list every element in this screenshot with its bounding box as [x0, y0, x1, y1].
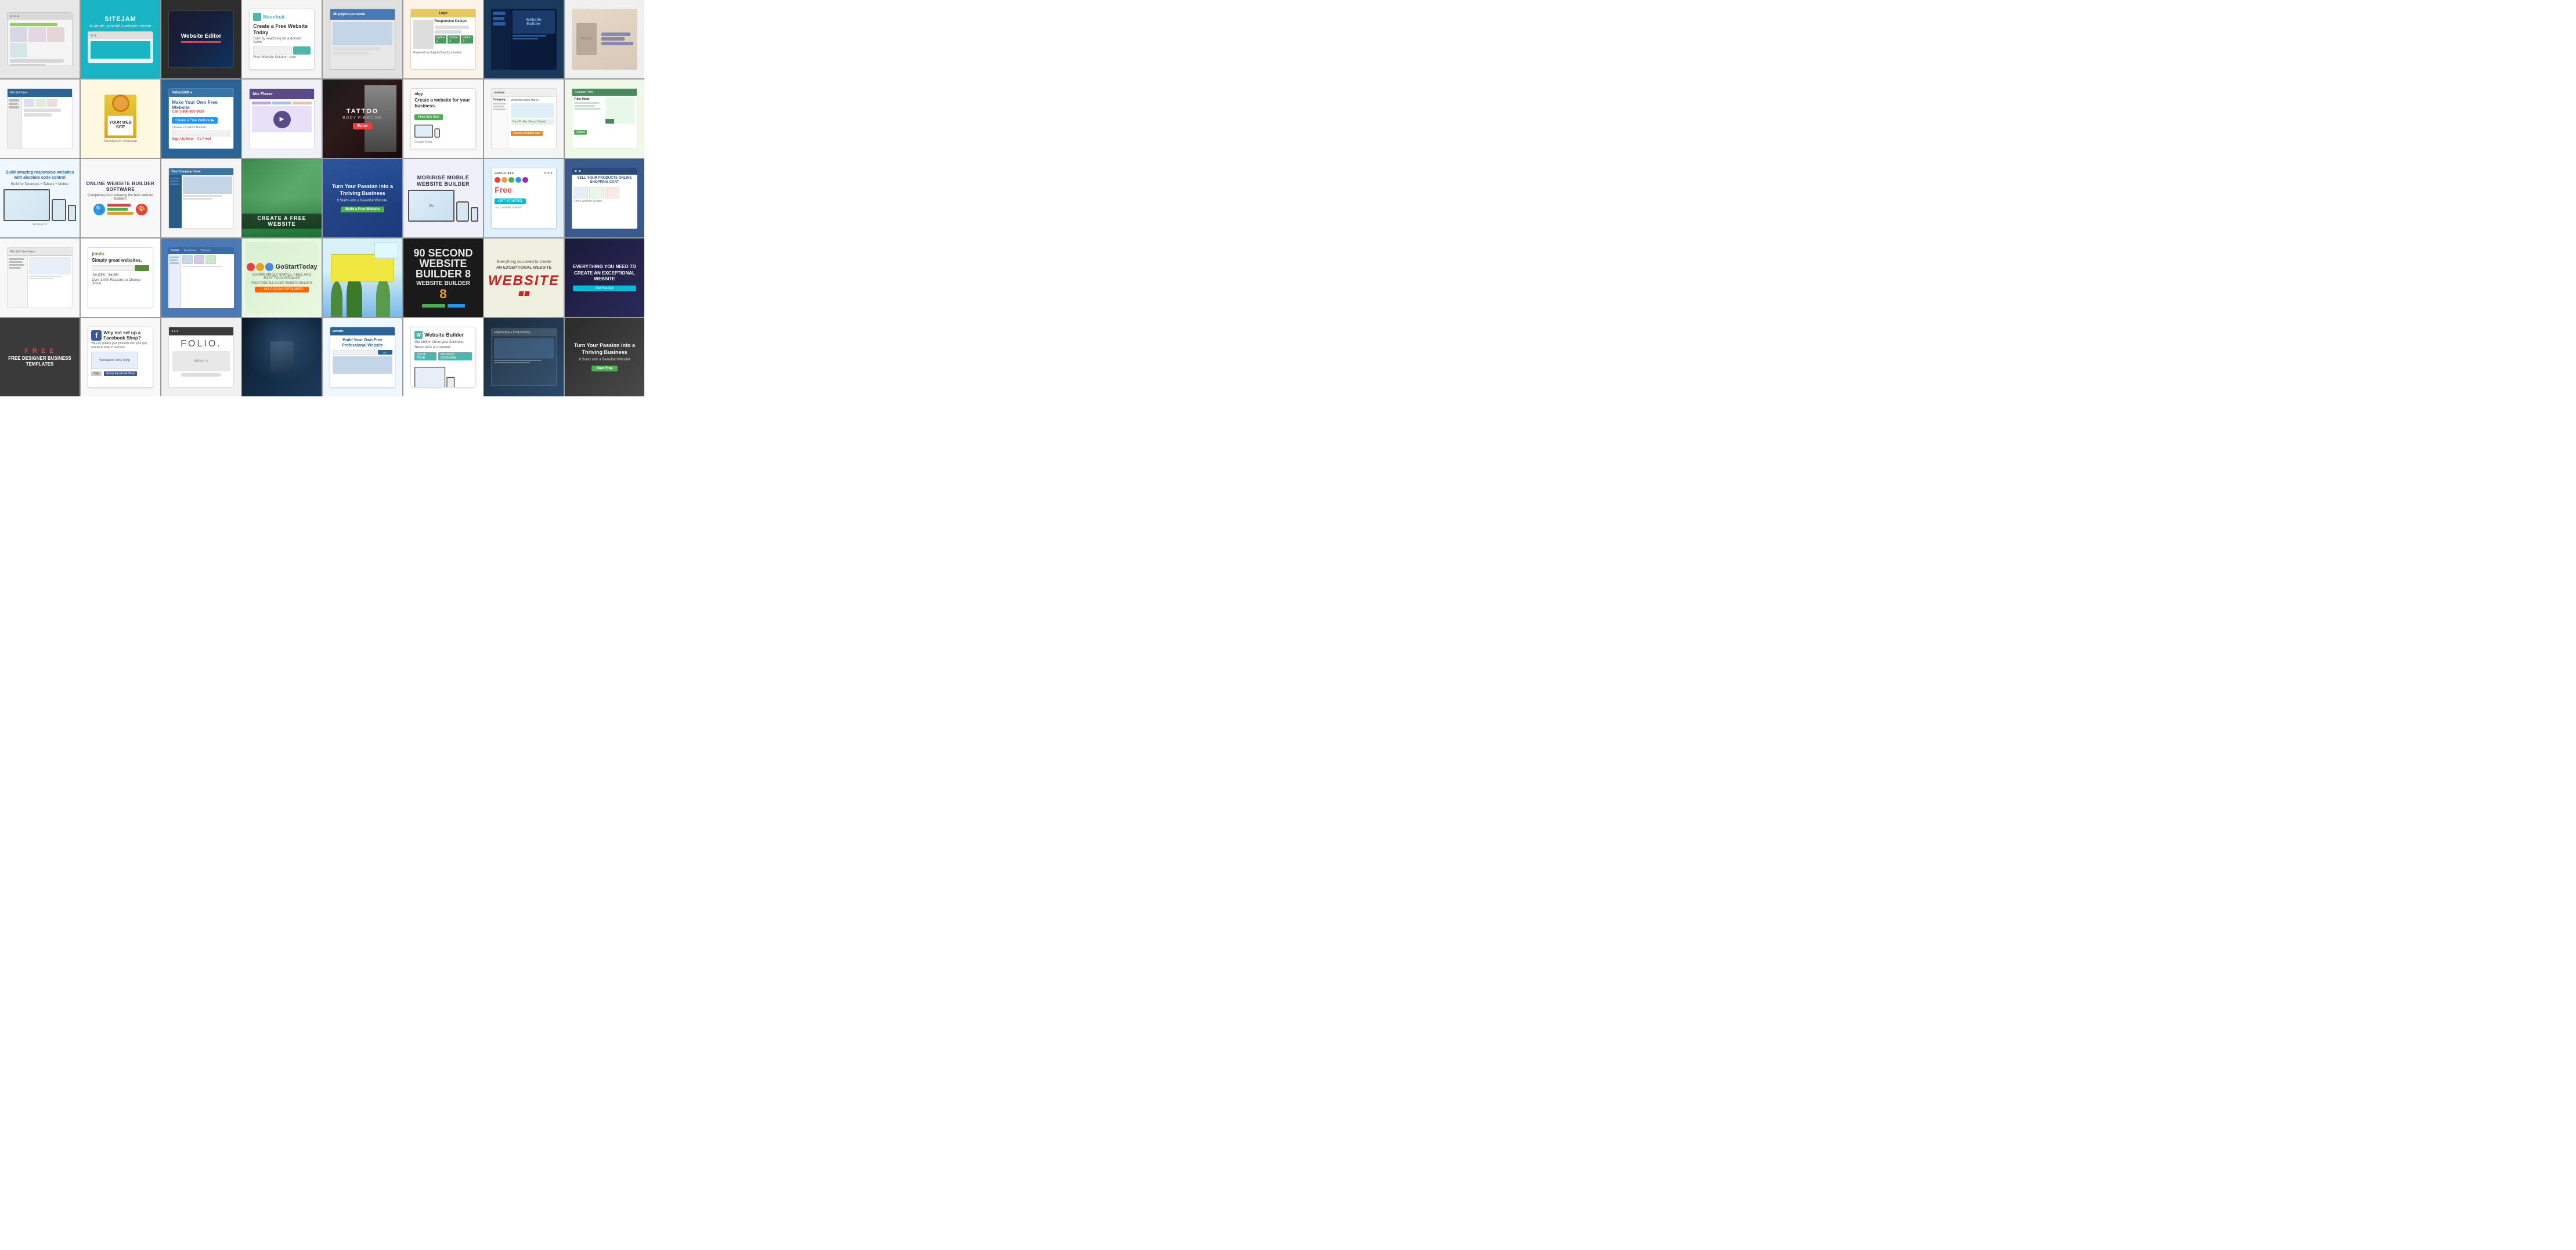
grid-cell-r5c1[interactable]: F R E E FREE Designer Business TEMPLATES [0, 318, 80, 396]
fb-shop-title: Why not set up a Facebook Shop? [103, 330, 150, 341]
grid-cell-r1c2[interactable]: SITEJAM A simple, powerful website creat… [81, 0, 160, 78]
create-free-title: Create a Free Website Today [253, 23, 311, 36]
grid-cell-r1c3[interactable]: Website Editor [161, 0, 241, 78]
ucoz-title: Free [495, 185, 553, 194]
grid-cell-r4c2[interactable]: jimdo Simply great websites. 5★ (239) 4★… [81, 239, 160, 317]
sitejam-sub: A simple, powerful website creator [89, 24, 151, 28]
responsive-title: Build amazing responsive websites with a… [3, 170, 76, 180]
grid-cell-r4c4[interactable]: GoStartToday SURPRISINGLY SIMPLE, FREE A… [242, 239, 322, 317]
website-builder-title: Website Builder [424, 332, 464, 338]
grid-cell-r4c7[interactable]: Everything you need to create AN EXCEPTI… [484, 239, 564, 317]
go-start-sub: SURPRISINGLY SIMPLE, FREE AND EASY TO CU… [249, 273, 315, 280]
sell-products-title: SELL YOUR PRODUCTS ONLINE SHOPPING CART [573, 176, 636, 185]
grid-cell-r5c8[interactable]: Turn Your Passion into a Thriving Busine… [565, 318, 644, 396]
mix-flavor-title: Mix Flavor [252, 92, 273, 96]
grid-cell-r4c5[interactable] [323, 239, 402, 317]
image-grid: SITEJAM A simple, powerful website creat… [0, 0, 644, 396]
grid-cell-r4c1[interactable]: File Edit View Insert [0, 239, 80, 317]
tattoo-sub: BODY PIERCING [342, 116, 383, 120]
tattoo-title: TATTOO [347, 108, 378, 115]
grid-cell-r3c4[interactable]: CREATE A FREE WEBSITE [242, 159, 322, 237]
grid-cell-r5c6[interactable]: W Website Builder Get online. Grow your … [403, 318, 483, 396]
everything-need-title: EVERYTHING YOU NEED TO CREATE AN EXCEPTI… [573, 264, 636, 282]
grid-cell-r3c2[interactable]: ONLINE WEBSITE BUILDER SOFTWARE Comparin… [81, 159, 160, 237]
go-start-title: GoStartToday [276, 263, 318, 270]
idgy-title: Create a website for your business. [414, 97, 472, 109]
grid-cell-r4c8[interactable]: EVERYTHING YOU NEED TO CREATE AN EXCEPTI… [565, 239, 644, 317]
grid-cell-r3c5[interactable]: Turn Your Passion into a Thriving Busine… [323, 159, 402, 237]
online-software-sub: Comparing and reviewing the best website… [84, 194, 157, 201]
grid-cell-r2c5[interactable]: TATTOO BODY PIERCING Enter [323, 80, 402, 158]
grid-cell-r1c1[interactable] [0, 0, 80, 78]
grid-cell-r2c8[interactable]: Category Tree Filter Mode Sel [565, 80, 644, 158]
grid-cell-r3c8[interactable]: ◀ ▶ SELL YOUR PRODUCTS ONLINE SHOPPING C… [565, 159, 644, 237]
fb-shop-sub: We can publish your products into your (… [91, 342, 150, 350]
jimdo-sub: Over 1,000 Reasons to Choose Jimdo. [92, 279, 149, 286]
folio-title: FOLIO. [172, 339, 230, 349]
ninety-sec-title: 90 SECOND WEBSITE BUILDER 8 [407, 248, 479, 279]
make-website-title: Make Your Own Free Website [172, 100, 230, 110]
grid-cell-r2c4[interactable]: Mix Flavor ▶ [242, 80, 322, 158]
grid-cell-r2c3[interactable]: VideoBAM ● Make Your Own Free Website Ca… [161, 80, 241, 158]
grid-cell-r1c8[interactable]: Person [565, 0, 644, 78]
grid-cell-r2c2[interactable]: YOUR WEB SITE Constructor character [81, 80, 160, 158]
sitejam-title: SITEJAM [104, 16, 136, 23]
grid-cell-r1c5[interactable]: Mi página personal [323, 0, 402, 78]
turn-passion-sub: It Starts with a Beautiful Website. [331, 199, 394, 203]
turn-passion2-sub: It Starts with a Beautiful Website! [573, 358, 636, 362]
grid-cell-r5c4[interactable] [242, 318, 322, 396]
grid-cell-r5c5[interactable]: website Build Your Own Free Professional… [323, 318, 402, 396]
mobirise-title: MOBIRISE MOBILE WEBSITE BUILDER [407, 175, 479, 187]
grid-cell-r3c1[interactable]: Build amazing responsive websites with a… [0, 159, 80, 237]
grid-cell-r4c3[interactable]: Builder Templates Themes [161, 239, 241, 317]
grid-cell-r3c3[interactable]: Your Company Home [161, 159, 241, 237]
grid-cell-r5c3[interactable]: ● ● ● FOLIO. MANU ✎ [161, 318, 241, 396]
grid-cell-r4c6[interactable]: 90 SECOND WEBSITE BUILDER 8 WEBSITE BUIL… [403, 239, 483, 317]
website-red-title: WEBSITE [488, 273, 560, 289]
website-builder-sub: Get online. Grow your business. Never mi… [414, 340, 472, 350]
online-software-title: ONLINE WEBSITE BUILDER SOFTWARE [84, 181, 157, 192]
grid-cell-r3c6[interactable]: MOBIRISE MOBILE WEBSITE BUILDER Site [403, 159, 483, 237]
grid-cell-r1c7[interactable]: WebsiteBuilder [484, 0, 564, 78]
free-templates-title: FREE Designer Business TEMPLATES [3, 356, 76, 367]
build-own-title: Build Your Own Free Professional Website [333, 338, 392, 348]
grid-cell-r3c7[interactable]: website ●●● ★★★ Free GET STARTED ucoz we… [484, 159, 564, 237]
grid-cell-r5c2[interactable]: f Why not set up a Facebook Shop? We can… [81, 318, 160, 396]
grid-cell-r2c6[interactable]: idgy Create a website for your business.… [403, 80, 483, 158]
jimdo-title: Simply great websites. [92, 258, 149, 263]
grid-cell-r5c7[interactable]: Engineering ● Programming [484, 318, 564, 396]
company-home-title: Your Company Home [171, 170, 200, 174]
worker-text: YOUR WEB SITE [108, 121, 133, 129]
turn-passion2-title: Turn Your Passion into a Thriving Busine… [573, 342, 636, 356]
create-free-website-title: CREATE A FREE WEBSITE [247, 215, 317, 227]
grid-cell-r1c6[interactable]: Logo Responsive Design Option 1 Option 2… [403, 0, 483, 78]
grid-cell-r2c7[interactable]: website Category Welcome back Marcy Your… [484, 80, 564, 158]
turn-passion-title: Turn Your Passion into a Thriving Busine… [331, 183, 394, 197]
responsive-sub: Build for Desktops + Tablets + Mobile [11, 183, 68, 186]
grid-cell-r2c1[interactable]: File Edit View [0, 80, 80, 158]
grid-cell-r1c4[interactable]: Moonfruit Create a Free Website Today St… [242, 0, 322, 78]
